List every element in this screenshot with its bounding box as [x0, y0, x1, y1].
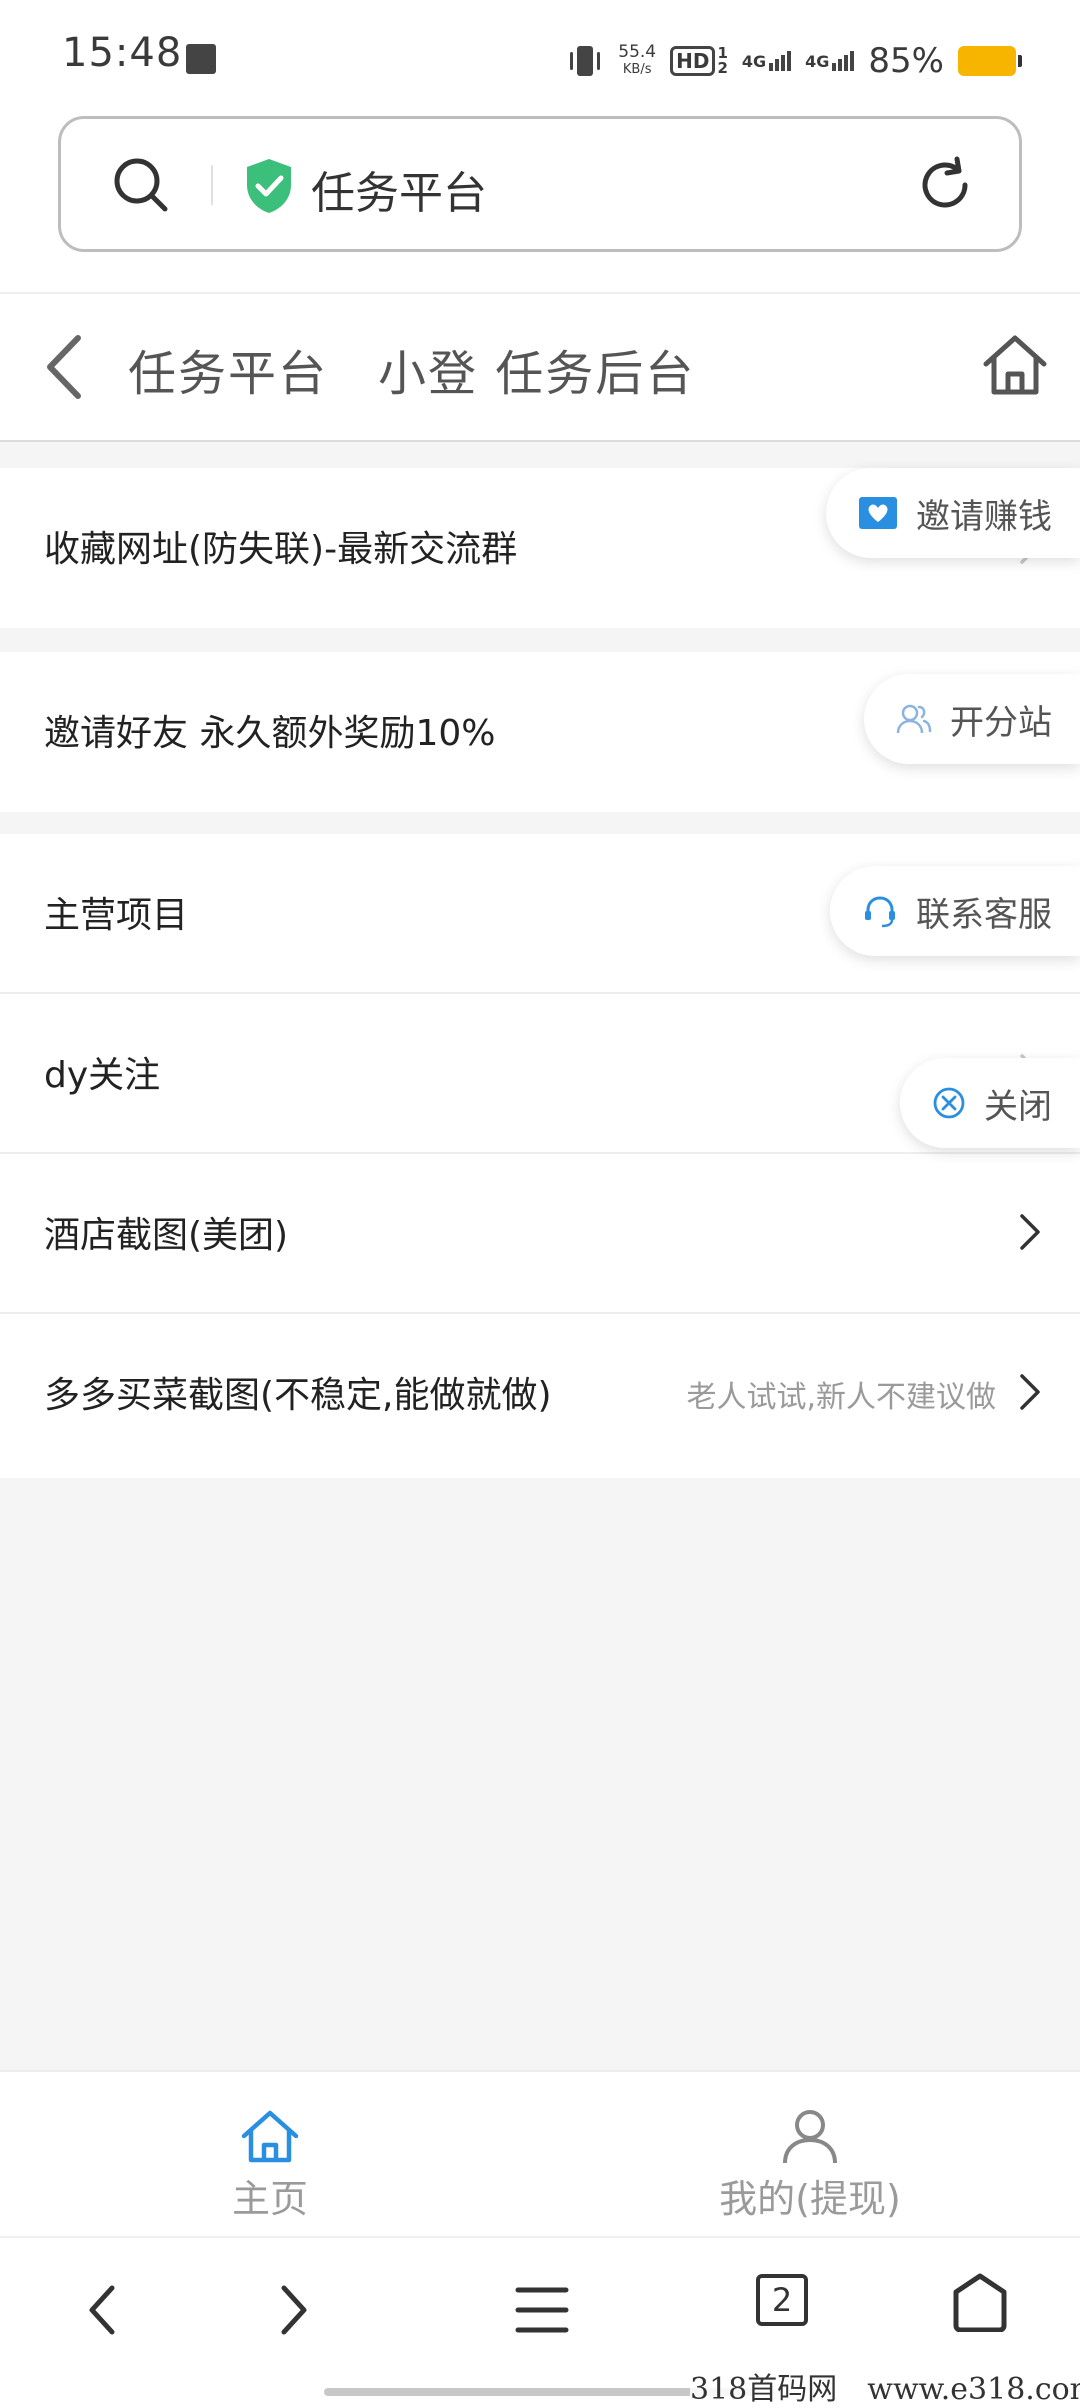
nav-back-icon[interactable]: [82, 2278, 122, 2342]
sim2-signal-icon: 4G: [805, 51, 855, 71]
network-speed: 55.4 KB/s: [618, 42, 657, 78]
page-header: 任务平台 小登 任务后台: [0, 294, 1080, 442]
battery-percent: 85%: [868, 41, 944, 81]
back-arrow-icon[interactable]: [44, 334, 84, 400]
close-circle-icon: [933, 1087, 965, 1119]
address-bar[interactable]: 任务平台: [58, 116, 1022, 252]
status-bar: 15:48 55.4 KB/s HD 12 4G 4G 85%: [0, 0, 1080, 112]
browser-home-icon[interactable]: [952, 2272, 1008, 2332]
search-icon[interactable]: [111, 155, 171, 215]
home-icon[interactable]: [980, 330, 1050, 400]
list-item[interactable]: 多多买菜截图(不稳定,能做就做) 老人试试,新人不建议做: [0, 1314, 1080, 1478]
tabs-count-button[interactable]: 2: [756, 2274, 808, 2326]
invite-earn-button[interactable]: 邀请赚钱: [826, 468, 1080, 558]
list-item[interactable]: 酒店截图(美团): [0, 1154, 1080, 1314]
contact-service-button[interactable]: 联系客服: [830, 866, 1080, 956]
hd-voice-indicator: HD 12: [670, 46, 728, 76]
chevron-right-icon: [1020, 1214, 1040, 1250]
shield-check-icon: [247, 159, 291, 213]
vibrate-icon: [570, 46, 601, 76]
contact-service-label: 联系客服: [916, 894, 1052, 935]
nav-forward-icon[interactable]: [274, 2278, 314, 2342]
open-substation-button[interactable]: 开分站: [864, 674, 1080, 764]
envelope-heart-icon: [859, 497, 897, 529]
menu-icon[interactable]: [514, 2278, 570, 2342]
sim1-signal-icon: 4G: [742, 51, 792, 71]
bottom-tab-bar: 主页 我的(提现): [0, 2070, 1080, 2236]
notification-icon: [186, 44, 216, 74]
users-icon: [896, 704, 932, 734]
list-item-label: 主营项目: [44, 895, 189, 936]
list-item-label: 酒店截图(美团): [44, 1215, 289, 1256]
list-item-label: dy关注: [44, 1055, 161, 1096]
tab-mine-label: 我的(提现): [719, 2177, 901, 2221]
list-item-note: 老人试试,新人不建议做: [686, 1380, 996, 1415]
close-float-button[interactable]: 关闭: [900, 1058, 1080, 1148]
home-tab-icon: [241, 2110, 299, 2163]
battery-icon: [958, 46, 1022, 76]
watermark: 318首码网 www.e318.com: [690, 2364, 1080, 2408]
tab-mine[interactable]: 我的(提现): [540, 2072, 1080, 2238]
address-title[interactable]: 任务平台: [311, 157, 487, 221]
tab-home-label: 主页: [231, 2177, 308, 2221]
user-icon: [783, 2110, 837, 2164]
tab-home[interactable]: 主页: [0, 2072, 540, 2238]
open-substation-label: 开分站: [950, 702, 1052, 743]
status-time: 15:48: [62, 30, 183, 76]
list-item-label: 多多买菜截图(不稳定,能做就做): [44, 1375, 552, 1416]
chevron-right-icon: [1020, 1374, 1040, 1410]
invite-earn-label: 邀请赚钱: [916, 496, 1052, 537]
address-separator: [211, 165, 213, 205]
close-float-label: 关闭: [984, 1086, 1052, 1127]
reload-icon[interactable]: [915, 155, 975, 215]
list-item-label: 收藏网址(防失联)-最新交流群: [44, 529, 518, 570]
page-title: 任务平台 小登 任务后台: [128, 346, 696, 402]
list-item-label: 邀请好友 永久额外奖励10%: [44, 713, 496, 754]
status-indicators: 55.4 KB/s HD 12 4G 4G 85%: [566, 36, 1022, 86]
headset-icon: [865, 896, 895, 928]
